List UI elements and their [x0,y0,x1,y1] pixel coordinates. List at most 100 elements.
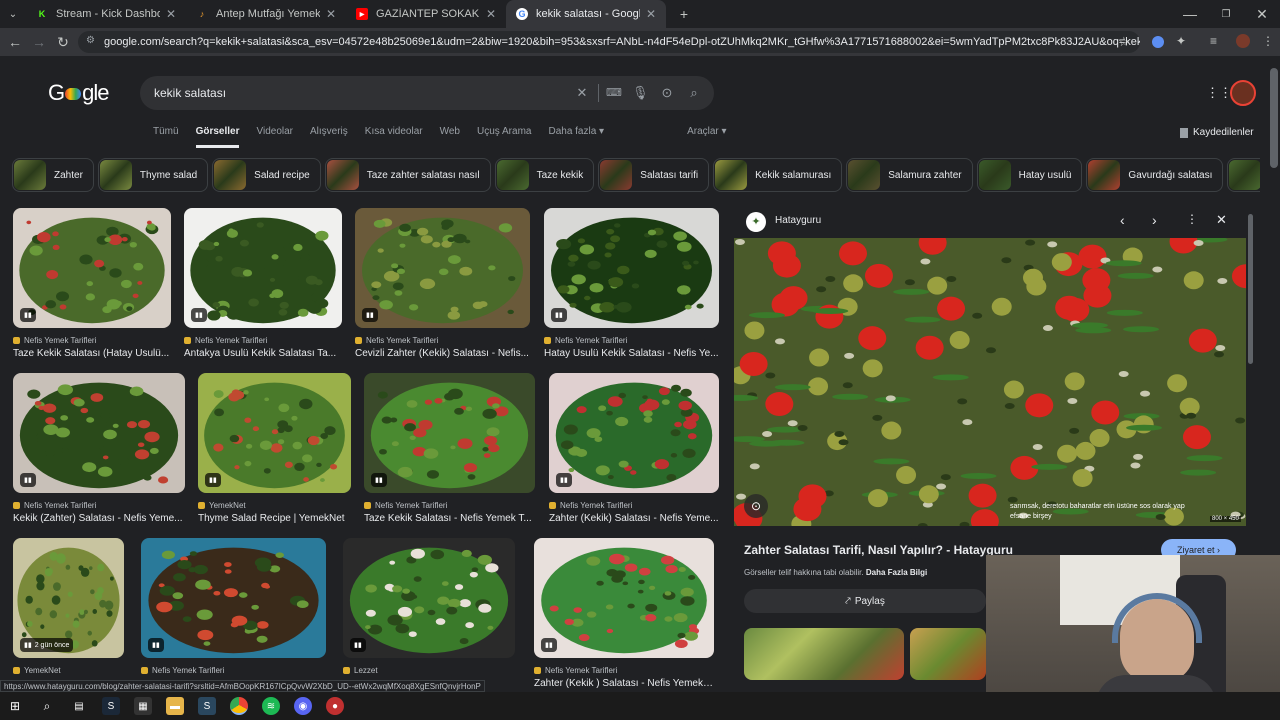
task-view-icon[interactable]: ▤ [70,697,88,715]
result-thumbnail[interactable]: ▮▮ [141,538,326,658]
result-source[interactable]: Nefis Yemek Tarifleri [13,336,171,345]
clear-search-icon[interactable]: ✕ [574,85,590,101]
tab-images[interactable]: Görseller [195,126,240,148]
image-result[interactable]: ▮▮ 2 gün önce YemekNet [13,538,124,675]
result-caption[interactable]: Cevizli Zahter (Kekik) Salatası - Nefis.… [355,348,530,359]
url-bar[interactable]: ⚙ google.com/search?q=kekik+salatasi&sca… [78,31,1140,53]
image-result[interactable]: ▮▮ Nefis Yemek Tarifleri Zahter (Kekik ) S… [534,538,714,689]
close-tab-icon[interactable]: ✕ [166,7,176,21]
media-controls-icon[interactable]: ≡ [1210,34,1217,48]
tab-videos[interactable]: Videolar [256,126,293,148]
store-icon[interactable]: ▦ [134,697,152,715]
forward-icon[interactable]: → [27,34,51,50]
tab-search-icon[interactable]: ⌄ [0,9,26,20]
google-apps-icon[interactable]: ⋮⋮ [1206,85,1232,101]
image-result[interactable]: ▮▮ YemekNet Thyme Salad Recipe | YemekNet [198,373,351,524]
tools-button[interactable]: Araçlar ▾ [687,126,726,148]
result-caption[interactable]: Antakya Usulü Kekik Salatası Ta... [184,348,342,359]
close-tab-icon[interactable]: ✕ [646,7,656,21]
result-caption[interactable]: Thyme Salad Recipe | YemekNet [198,513,351,524]
close-tab-icon[interactable]: ✕ [326,7,336,21]
image-result[interactable]: ▮▮ Nefis Yemek Tarifleri Antakya Usulü Kek… [184,208,342,359]
page-scrollbar[interactable] [1270,68,1278,168]
microphone-icon[interactable]: 🎙 [632,85,649,101]
result-source[interactable]: Nefis Yemek Tarifleri [141,666,326,675]
search-icon[interactable]: ⌕ [686,85,702,101]
windows-start-icon[interactable]: ⊞ [6,697,24,715]
chip-10[interactable]: Dağ [1227,158,1260,192]
chip-3[interactable]: Taze zahter salatası nasıl [324,158,491,192]
tab-all[interactable]: Tümü [153,126,179,148]
panel-site-name[interactable]: Hatayguru [775,215,821,226]
chip-4[interactable]: Taze kekik [494,158,595,192]
result-caption[interactable]: Taze Kekik Salatası (Hatay Usulü... [13,348,171,359]
result-thumbnail[interactable]: ▮▮ 2 gün önce [13,538,124,658]
result-thumbnail[interactable]: ▮▮ [184,208,342,328]
steam-app-icon[interactable]: S [198,697,216,715]
chrome-menu-icon[interactable]: ⋮ [1262,34,1274,48]
result-thumbnail[interactable]: ▮▮ [13,373,185,493]
next-image-icon[interactable]: › [1152,212,1157,228]
chip-6[interactable]: Kekik salamurası [713,158,843,192]
image-result[interactable]: ▮▮ Lezzet [343,538,515,675]
result-thumbnail[interactable]: ▮▮ [355,208,530,328]
file-explorer-icon[interactable]: ▬ [166,697,184,715]
close-window-icon[interactable]: ✕ [1244,6,1280,23]
chip-7[interactable]: Salamura zahter [846,158,973,192]
result-thumbnail[interactable]: ▮▮ [198,373,351,493]
profile-avatar[interactable] [1236,34,1250,48]
steam-icon[interactable]: S [102,697,120,715]
more-options-icon[interactable]: ⋮ [1186,212,1198,226]
search-input[interactable]: kekik salatası [154,86,226,100]
tab-antep[interactable]: ♪Antep Mutfağı Yemekleri 32 Yo✕ [186,0,346,28]
image-result[interactable]: ▮▮ Nefis Yemek Tarifleri Cevizli Zahter (K… [355,208,530,359]
lens-camera-icon[interactable]: ⊙ [659,85,675,101]
related-thumb-2[interactable] [910,628,986,680]
result-source[interactable]: Nefis Yemek Tarifleri [534,666,714,675]
image-result[interactable]: ▮▮ Nefis Yemek Tarifleri Kekik (Zahter) Sa… [13,373,185,524]
image-result[interactable]: ▮▮ Nefis Yemek Tarifleri Taze Kekik Salata… [364,373,535,524]
chip-5[interactable]: Salatası tarifi [598,158,710,192]
reload-icon[interactable]: ↻ [51,34,75,51]
result-source[interactable]: YemekNet [198,501,351,510]
image-result[interactable]: ▮▮ Nefis Yemek Tarifleri [141,538,326,675]
tab-shopping[interactable]: Alışveriş [310,126,348,148]
chip-1[interactable]: Thyme salad [97,158,209,192]
chip-9[interactable]: Gavurdağı salatası [1086,158,1224,192]
tab-flights[interactable]: Uçuş Arama [477,126,531,148]
back-icon[interactable]: ← [3,34,27,50]
chip-8[interactable]: Hatay usulü [976,158,1083,192]
tab-kick[interactable]: KStream - Kick Dashboard✕ [26,0,186,28]
result-source[interactable]: YemekNet [13,666,124,675]
result-thumbnail[interactable]: ▮▮ [534,538,714,658]
site-info-icon[interactable]: ⚙ [86,35,95,46]
panel-title[interactable]: Zahter Salatası Tarifi, Nasıl Yapılır? -… [744,543,1013,557]
chip-0[interactable]: Zahter [12,158,94,192]
result-source[interactable]: Nefis Yemek Tarifleri [355,336,530,345]
search-taskbar-icon[interactable]: ⌕ [38,697,56,715]
result-thumbnail[interactable]: ▮▮ [549,373,719,493]
result-thumbnail[interactable]: ▮▮ [544,208,719,328]
restore-icon[interactable]: ❐ [1208,9,1244,20]
result-thumbnail[interactable]: ▮▮ [13,208,171,328]
panel-scrollbar[interactable] [1248,214,1253,364]
search-box[interactable]: kekik salatası ✕ ⌨ 🎙 ⊙ ⌕ [140,76,714,110]
google-logo[interactable]: Ggle [48,80,109,106]
obs-icon[interactable]: ● [326,697,344,715]
result-caption[interactable]: Hatay Usulü Kekik Salatası - Nefis Ye... [544,348,719,359]
result-source[interactable]: Nefis Yemek Tarifleri [184,336,342,345]
related-thumb-1[interactable] [744,628,904,680]
license-link[interactable]: Daha Fazla Bilgi [866,568,927,577]
tab-youtube[interactable]: ▶GAZİANTEP SOKAK LEZZETLERİ✕ [346,0,506,28]
image-result[interactable]: ▮▮ Nefis Yemek Tarifleri Hatay Usulü Kekik… [544,208,719,359]
result-caption[interactable]: Zahter (Kekik ) Salatası - Nefis Yemek T… [534,678,714,689]
result-caption[interactable]: Zahter (Kekik) Salatası - Nefis Yeme... [549,513,719,524]
result-thumbnail[interactable]: ▮▮ [343,538,515,658]
result-source[interactable]: Lezzet [343,666,515,675]
tab-more[interactable]: Daha fazla ▾ [548,126,604,148]
result-source[interactable]: Nefis Yemek Tarifleri [544,336,719,345]
result-caption[interactable]: Taze Kekik Salatası - Nefis Yemek T... [364,513,535,524]
image-result[interactable]: ▮▮ Nefis Yemek Tarifleri Taze Kekik Salata… [13,208,171,359]
preview-image[interactable]: ⊙ sarımsak, deretotu baharatlar etin üst… [734,238,1246,526]
close-panel-icon[interactable]: ✕ [1216,212,1227,228]
